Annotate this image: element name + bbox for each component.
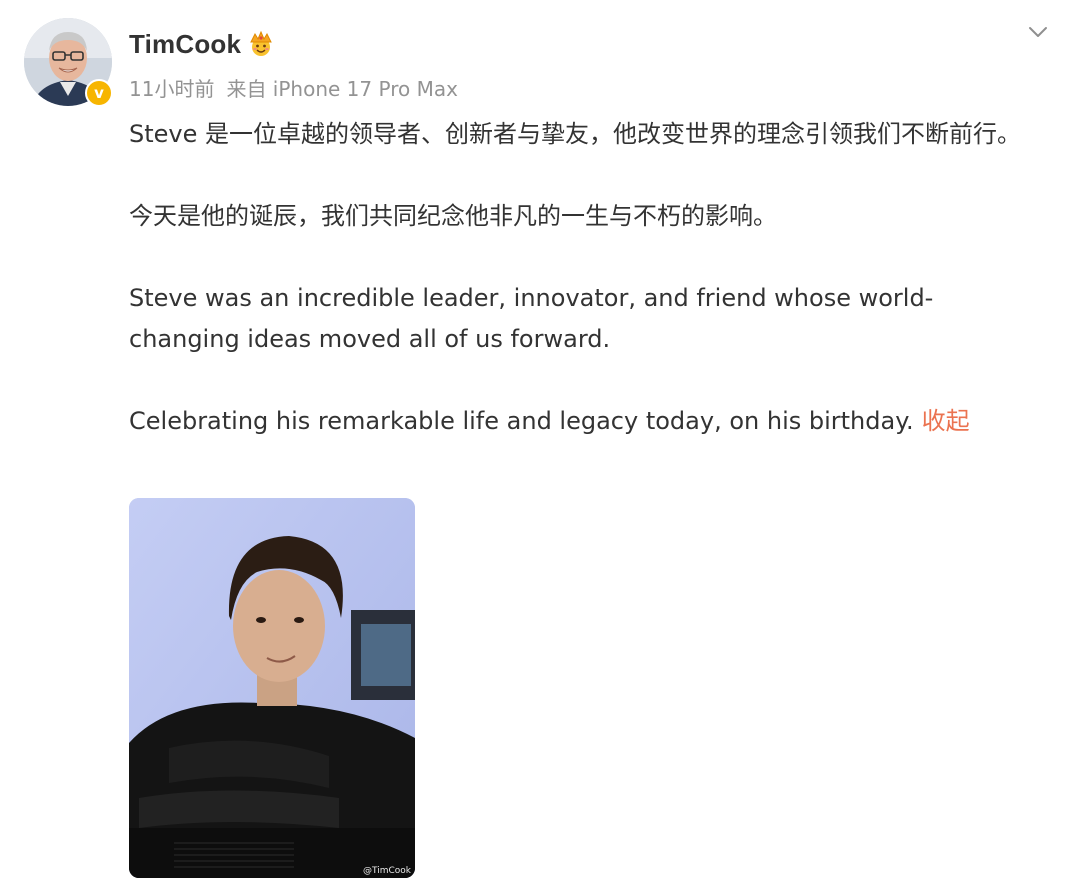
post-body: Steve 是一位卓越的领导者、创新者与挚友，他改变世界的理念引领我们不断前行。… xyxy=(129,114,1029,442)
weibo-post: v TimCook 11小时前 来自 iPhone 17 Pro Max Ste… xyxy=(0,0,1080,890)
post-paragraph: Celebrating his remarkable life and lega… xyxy=(129,407,914,435)
collapse-link[interactable]: 收起 xyxy=(922,407,970,435)
post-time[interactable]: 11小时前 xyxy=(129,73,214,102)
post-image[interactable]: @TimCook xyxy=(129,498,415,878)
post-paragraph: 今天是他的诞辰，我们共同纪念他非凡的一生与不朽的影响。 xyxy=(129,202,777,230)
verified-v-icon: v xyxy=(85,79,113,107)
post-paragraph: Steve was an incredible leader, innovato… xyxy=(129,284,934,353)
author-row: TimCook xyxy=(129,26,275,62)
chevron-down-icon[interactable] xyxy=(1026,20,1050,44)
post-paragraph-last: Celebrating his remarkable life and lega… xyxy=(129,401,1029,442)
post-paragraph: Steve 是一位卓越的领导者、创新者与挚友，他改变世界的理念引领我们不断前行。 xyxy=(129,120,1022,148)
image-watermark: @TimCook xyxy=(363,866,411,876)
crown-emoji-icon[interactable] xyxy=(247,30,275,58)
author-name[interactable]: TimCook xyxy=(129,29,241,60)
avatar[interactable]: v xyxy=(24,18,113,107)
post-meta: 11小时前 来自 iPhone 17 Pro Max xyxy=(129,73,458,102)
post-source[interactable]: 来自 iPhone 17 Pro Max xyxy=(226,73,457,102)
